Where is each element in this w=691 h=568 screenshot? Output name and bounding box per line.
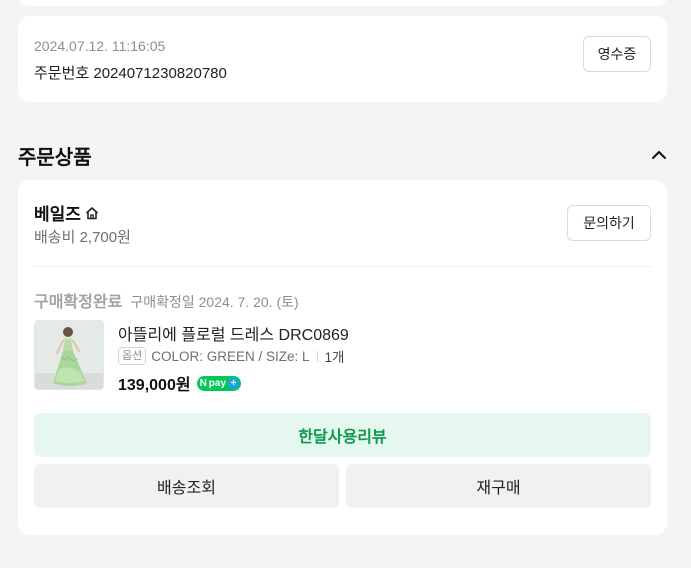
seller-row[interactable]: 베일즈 — [34, 200, 100, 225]
order-info-card: 2024.07.12. 11:16:05 주문번호 20240712308207… — [18, 16, 667, 102]
price: 139,000원 — [118, 377, 191, 394]
npay-n-icon: N — [199, 377, 207, 389]
option-row: 옵션 COLOR: GREEN / SIZe: L 1개 — [118, 346, 344, 366]
price-row: 139,000원 N pay + — [118, 371, 242, 395]
option-tag: 옵션 — [118, 347, 147, 365]
divider — [34, 266, 651, 267]
order-number-label: 주문번호 — [34, 65, 90, 82]
option-value: COLOR: GREEN / SIZe: L — [151, 348, 310, 364]
separator — [316, 350, 318, 362]
product-thumbnail[interactable] — [34, 320, 104, 390]
product-name[interactable]: 아뜰리에 플로럴 드레스 DRC0869 — [118, 321, 349, 345]
status-row: 구매확정완료 구매확정일 2024. 7. 20. (토) — [34, 288, 299, 312]
purchase-status: 구매확정완료 — [34, 294, 123, 311]
home-icon[interactable] — [84, 205, 100, 221]
order-number: 2024071230820780 — [93, 65, 227, 82]
npay-plus-badge: N pay + — [196, 375, 242, 391]
section-title: 주문상품 — [18, 147, 92, 169]
plus-icon: + — [228, 377, 240, 389]
chevron-up-icon[interactable] — [650, 146, 668, 164]
inquiry-button[interactable]: 문의하기 — [567, 205, 651, 241]
monthly-review-button[interactable]: 한달사용리뷰 — [34, 413, 651, 457]
confirm-date: 구매확정일 2024. 7. 20. (토) — [130, 294, 299, 310]
previous-card-edge — [18, 0, 667, 6]
order-product-card: 베일즈 배송비 2,700원 문의하기 구매확정완료 구매확정일 2024. 7… — [18, 180, 667, 535]
order-datetime: 2024.07.12. 11:16:05 — [34, 38, 166, 54]
order-number-row: 주문번호 2024071230820780 — [34, 62, 227, 83]
npay-label: pay — [208, 377, 227, 389]
track-delivery-button[interactable]: 배송조회 — [34, 464, 339, 508]
receipt-button[interactable]: 영수증 — [583, 36, 651, 72]
quantity: 1개 — [324, 350, 345, 365]
dress-image — [35, 321, 103, 389]
rebuy-button[interactable]: 재구매 — [346, 464, 651, 508]
seller-name[interactable]: 베일즈 — [34, 200, 81, 225]
shipping-fee: 배송비 2,700원 — [34, 229, 131, 246]
